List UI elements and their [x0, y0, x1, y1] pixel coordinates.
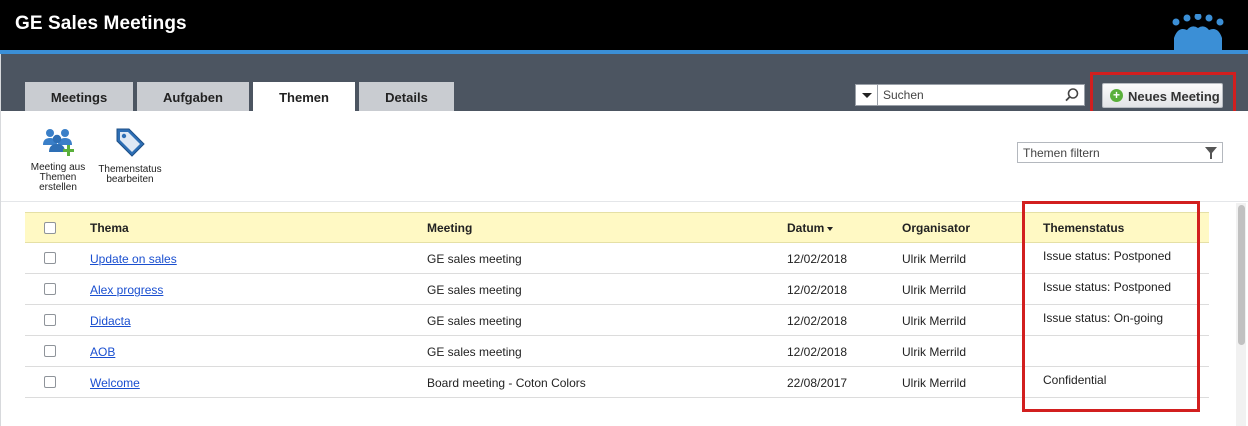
organizer-cell: Ulrik Merrild [902, 314, 966, 328]
organizer-cell: Ulrik Merrild [902, 252, 966, 266]
edit-topic-status-button[interactable]: Themenstatus bearbeiten [96, 125, 164, 185]
tab-themen[interactable]: Themen [253, 82, 355, 112]
status-cell: Issue status: On-going [1043, 311, 1164, 325]
date-cell: 12/02/2018 [787, 283, 848, 297]
scrollbar-thumb[interactable] [1238, 205, 1245, 345]
search-box [855, 84, 1085, 106]
table-row: Welcome Board meeting - Coton Colors 22/… [25, 367, 1209, 398]
table-row: Update on sales GE sales meeting 12/02/2… [25, 243, 1209, 274]
status-cell: Confidential [1043, 373, 1107, 387]
date-cell: 12/02/2018 [787, 345, 848, 359]
table-row: Alex progress GE sales meeting 12/02/201… [25, 274, 1209, 305]
crown-logo-icon [1172, 14, 1224, 50]
table-header: Thema Meeting Datum Organisator Themenst… [25, 212, 1209, 243]
topic-filter-placeholder: Themen filtern [1023, 146, 1100, 160]
row-checkbox[interactable] [44, 314, 56, 326]
funnel-icon[interactable] [1205, 147, 1217, 159]
meeting-cell: Board meeting - Coton Colors [427, 376, 586, 390]
topic-filter[interactable]: Themen filtern [1017, 142, 1223, 163]
create-meeting-label-3: erstellen [39, 182, 77, 193]
tag-icon [116, 128, 145, 157]
search-scope-dropdown[interactable] [856, 85, 878, 105]
header-themenstatus[interactable]: Themenstatus [1043, 221, 1124, 235]
row-checkbox[interactable] [44, 345, 56, 357]
app-header: GE Sales Meetings [0, 0, 1248, 50]
meeting-cell: GE sales meeting [427, 252, 522, 266]
content-divider [0, 201, 1248, 202]
topic-link[interactable]: Alex progress [90, 283, 163, 297]
new-meeting-button[interactable]: + Neues Meeting [1102, 83, 1223, 108]
toolbar: Meeting aus Themen erstellen Themenstatu… [0, 111, 1248, 203]
table-row: Didacta GE sales meeting 12/02/2018 Ulri… [25, 305, 1209, 336]
create-meeting-from-topics-button[interactable]: Meeting aus Themen erstellen [28, 125, 88, 193]
header-organisator[interactable]: Organisator [902, 221, 970, 235]
topic-link[interactable]: Didacta [90, 314, 131, 328]
status-cell: Issue status: Postponed [1043, 249, 1172, 263]
plus-icon: + [1110, 89, 1123, 102]
sort-desc-icon [827, 226, 834, 231]
organizer-cell: Ulrik Merrild [902, 283, 966, 297]
topic-link[interactable]: Welcome [90, 376, 140, 390]
header-meeting[interactable]: Meeting [427, 221, 472, 235]
row-checkbox[interactable] [44, 252, 56, 264]
row-checkbox[interactable] [44, 283, 56, 295]
table-row: AOB GE sales meeting 12/02/2018 Ulrik Me… [25, 336, 1209, 367]
left-border [0, 54, 1, 426]
header-datum-label: Datum [787, 221, 825, 235]
date-cell: 12/02/2018 [787, 314, 848, 328]
organizer-cell: Ulrik Merrild [902, 345, 966, 359]
tab-bar: Meetings Aufgaben Themen Details + Neues… [0, 54, 1248, 112]
tab-details[interactable]: Details [359, 82, 454, 111]
new-meeting-label: Neues Meeting [1128, 89, 1220, 104]
header-datum[interactable]: Datum [787, 221, 834, 235]
meeting-cell: GE sales meeting [427, 314, 522, 328]
date-cell: 12/02/2018 [787, 252, 848, 266]
date-cell: 22/08/2017 [787, 376, 848, 390]
people-add-icon [43, 129, 74, 156]
header-thema[interactable]: Thema [90, 221, 129, 235]
row-checkbox[interactable] [44, 376, 56, 388]
topic-link[interactable]: Update on sales [90, 252, 177, 266]
topic-link[interactable]: AOB [90, 345, 115, 359]
status-cell: Issue status: Postponed [1043, 280, 1172, 294]
organizer-cell: Ulrik Merrild [902, 376, 966, 390]
select-all-checkbox[interactable] [44, 222, 56, 234]
tab-aufgaben[interactable]: Aufgaben [137, 82, 249, 111]
meeting-cell: GE sales meeting [427, 283, 522, 297]
search-icon[interactable] [1064, 87, 1080, 103]
meeting-cell: GE sales meeting [427, 345, 522, 359]
search-input[interactable] [879, 85, 1059, 105]
app-title: GE Sales Meetings [15, 13, 187, 34]
topics-table: Thema Meeting Datum Organisator Themenst… [25, 212, 1209, 398]
tab-meetings[interactable]: Meetings [25, 82, 133, 111]
edit-status-label-2: bearbeiten [106, 174, 154, 185]
